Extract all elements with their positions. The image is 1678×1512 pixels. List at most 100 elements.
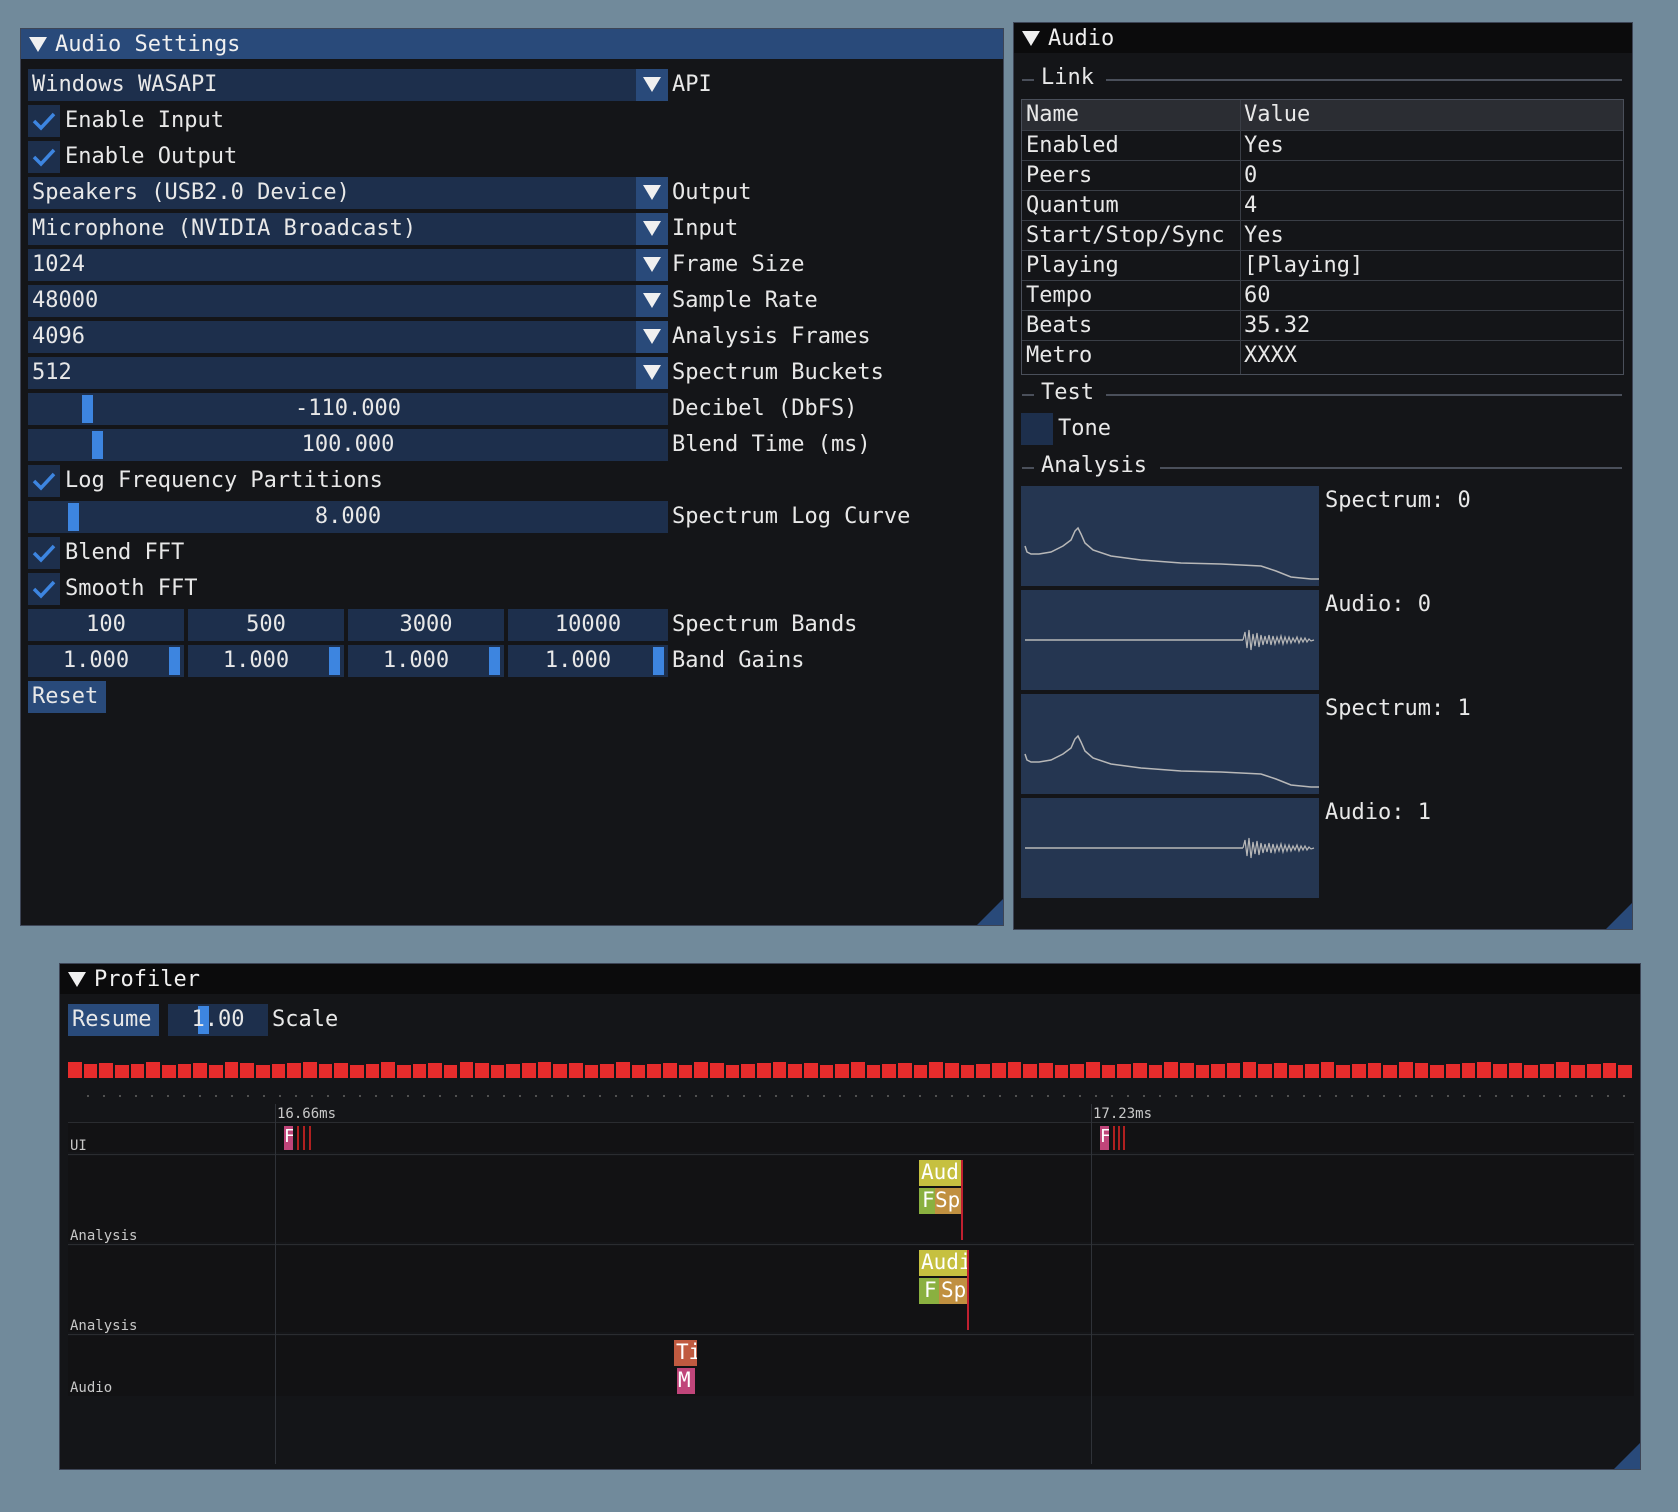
- frame-bar[interactable]: [694, 1062, 709, 1078]
- band-gain-slider-2[interactable]: 1.000: [188, 645, 344, 677]
- enable-input-checkbox[interactable]: [28, 105, 60, 137]
- slider-grab[interactable]: [329, 647, 340, 675]
- profile-block-ui[interactable]: F: [1100, 1126, 1109, 1150]
- frame-bar[interactable]: [553, 1064, 568, 1078]
- frame-bar[interactable]: [1540, 1064, 1554, 1078]
- input-dropdown-button[interactable]: [636, 213, 668, 245]
- frame-bar[interactable]: [647, 1064, 662, 1078]
- frame-bar[interactable]: [804, 1063, 818, 1078]
- frame-bar[interactable]: [396, 1065, 411, 1078]
- frame-bar[interactable]: [960, 1065, 975, 1078]
- frame-bar[interactable]: [725, 1065, 740, 1078]
- profile-block-audio[interactable]: Aud: [919, 1160, 961, 1186]
- frame-bar[interactable]: [897, 1063, 912, 1078]
- frame-bar[interactable]: [1508, 1063, 1523, 1078]
- profile-block-m[interactable]: M: [677, 1368, 695, 1394]
- frame-bar[interactable]: [1524, 1065, 1539, 1078]
- smooth-fft-checkbox[interactable]: [28, 573, 60, 605]
- frame-bar[interactable]: [381, 1062, 395, 1078]
- band-gain-slider-3[interactable]: 1.000: [348, 645, 504, 677]
- frame-bar[interactable]: [976, 1064, 990, 1078]
- frame-bar[interactable]: [929, 1062, 943, 1078]
- frame-bar[interactable]: [1211, 1064, 1225, 1078]
- profile-block-fft[interactable]: F: [919, 1188, 935, 1214]
- tone-checkbox[interactable]: [1021, 413, 1053, 445]
- blend-fft-checkbox[interactable]: [28, 537, 60, 569]
- frame-bar[interactable]: [835, 1064, 849, 1078]
- frame-bar[interactable]: [1305, 1064, 1319, 1078]
- frame-bar[interactable]: [1399, 1062, 1413, 1078]
- frame-size-dropdown-button[interactable]: [636, 249, 668, 281]
- frame-bar[interactable]: [866, 1065, 881, 1078]
- frame-bar[interactable]: [302, 1062, 317, 1078]
- profiler-titlebar[interactable]: Profiler: [60, 964, 1640, 994]
- band-gain-slider-1[interactable]: 1.000: [28, 645, 184, 677]
- audio-plot-1[interactable]: [1021, 798, 1319, 898]
- frame-bar[interactable]: [1085, 1062, 1100, 1078]
- spectrum-log-curve-slider[interactable]: 8.000: [28, 501, 668, 533]
- frame-bar[interactable]: [1117, 1064, 1131, 1078]
- frame-bar[interactable]: [788, 1064, 803, 1078]
- slider-grab[interactable]: [653, 647, 664, 675]
- frame-bar[interactable]: [146, 1062, 160, 1078]
- frame-bar[interactable]: [224, 1062, 239, 1078]
- frame-bar[interactable]: [616, 1062, 630, 1078]
- resume-button[interactable]: Resume: [68, 1004, 159, 1036]
- collapse-triangle-icon[interactable]: [1022, 30, 1040, 46]
- frame-bar[interactable]: [475, 1063, 489, 1078]
- frame-bar[interactable]: [772, 1062, 787, 1078]
- band-input-4[interactable]: 10000: [508, 609, 668, 641]
- spectrum-plot-0[interactable]: [1021, 486, 1319, 586]
- frame-bar[interactable]: [271, 1064, 286, 1078]
- frame-bar[interactable]: [193, 1063, 207, 1078]
- spectrum-buckets-combo[interactable]: 512: [28, 357, 668, 389]
- frame-bar[interactable]: [1164, 1062, 1178, 1078]
- frame-bar[interactable]: [240, 1063, 254, 1078]
- frame-bar[interactable]: [1242, 1062, 1257, 1078]
- frame-bar[interactable]: [991, 1063, 1006, 1078]
- frame-bar[interactable]: [1289, 1065, 1304, 1078]
- frame-bar[interactable]: [506, 1064, 521, 1078]
- frame-history[interactable]: [68, 1052, 1634, 1078]
- frame-bar[interactable]: [944, 1063, 959, 1078]
- api-combo[interactable]: Windows WASAPI: [28, 69, 668, 101]
- frame-bar[interactable]: [1602, 1063, 1617, 1078]
- frame-bar[interactable]: [1320, 1062, 1335, 1078]
- frame-bar[interactable]: [1007, 1062, 1022, 1078]
- blend-time-slider[interactable]: 100.000: [28, 429, 668, 461]
- frame-bar[interactable]: [1023, 1064, 1037, 1078]
- band-input-2[interactable]: 500: [188, 609, 344, 641]
- frame-bar[interactable]: [1461, 1063, 1476, 1078]
- frame-bar[interactable]: [882, 1064, 896, 1078]
- frame-bar[interactable]: [1148, 1065, 1163, 1078]
- frame-bar[interactable]: [1587, 1064, 1601, 1078]
- frame-bar[interactable]: [631, 1065, 646, 1078]
- analysis-frames-combo[interactable]: 4096: [28, 321, 668, 353]
- frame-bar[interactable]: [1132, 1063, 1147, 1078]
- resize-grip[interactable]: [1606, 903, 1632, 929]
- log-frequency-checkbox[interactable]: [28, 465, 60, 497]
- frame-bar[interactable]: [537, 1062, 552, 1078]
- frame-bar[interactable]: [913, 1065, 928, 1078]
- output-combo[interactable]: Speakers (USB2.0 Device): [28, 177, 668, 209]
- resize-grip[interactable]: [977, 899, 1003, 925]
- frame-bar[interactable]: [1336, 1065, 1351, 1078]
- frame-bar[interactable]: [678, 1065, 693, 1078]
- frame-bar[interactable]: [1477, 1062, 1492, 1078]
- analysis-frames-dropdown-button[interactable]: [636, 321, 668, 353]
- frame-bar[interactable]: [1101, 1065, 1116, 1078]
- profile-block-ui[interactable]: F: [284, 1126, 293, 1150]
- profile-block-audio[interactable]: Audi: [919, 1250, 967, 1276]
- frame-bar[interactable]: [741, 1064, 756, 1078]
- frame-bar[interactable]: [851, 1062, 865, 1078]
- frame-bar[interactable]: [459, 1062, 474, 1078]
- frame-bar[interactable]: [1273, 1063, 1288, 1078]
- frame-bar[interactable]: [710, 1063, 724, 1078]
- sample-rate-combo[interactable]: 48000: [28, 285, 668, 317]
- frame-bar[interactable]: [177, 1064, 192, 1078]
- spectrum-plot-1[interactable]: [1021, 694, 1319, 794]
- frame-bar[interactable]: [161, 1065, 176, 1078]
- frame-bar[interactable]: [757, 1063, 771, 1078]
- reset-button[interactable]: Reset: [28, 681, 106, 713]
- frame-bar[interactable]: [365, 1064, 380, 1078]
